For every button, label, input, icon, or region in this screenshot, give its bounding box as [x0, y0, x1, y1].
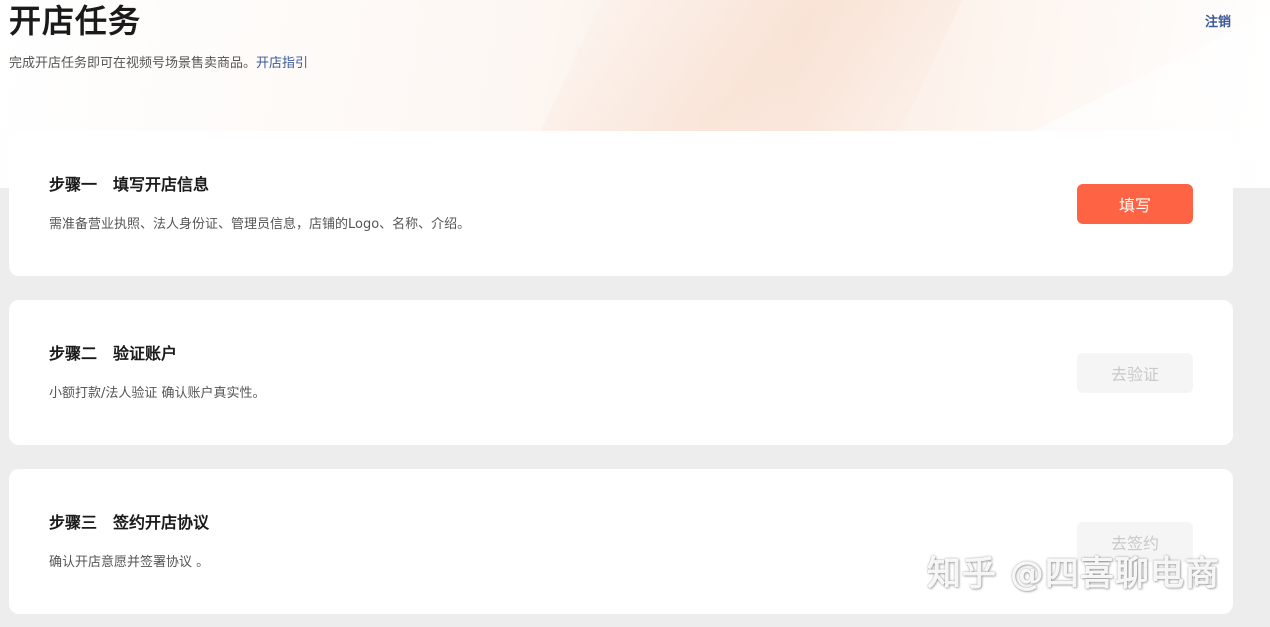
fill-button[interactable]: 填写	[1077, 184, 1193, 224]
page-title: 开店任务	[9, 2, 142, 40]
step-title: 步骤二 验证账户	[49, 343, 177, 365]
step-number-label: 步骤三	[49, 513, 98, 532]
subtitle-text: 完成开店任务即可在视频号场景售卖商品。	[9, 56, 257, 71]
step-description: 确认开店意愿并签署协议 。	[49, 555, 210, 570]
step-name: 签约开店协议	[113, 513, 210, 532]
verify-button: 去验证	[1077, 353, 1193, 393]
store-guide-link[interactable]: 开店指引	[256, 56, 308, 71]
step-number-label: 步骤二	[49, 344, 98, 363]
step-description: 需准备营业执照、法人身份证、管理员信息，店铺的Logo、名称、介绍。	[49, 217, 471, 232]
step-name: 填写开店信息	[113, 175, 210, 194]
step-card-fill-info: 步骤一 填写开店信息 需准备营业执照、法人身份证、管理员信息，店铺的Logo、名称…	[9, 131, 1233, 276]
step-description: 小额打款/法人验证 确认账户真实性。	[49, 386, 266, 401]
page-subtitle: 完成开店任务即可在视频号场景售卖商品。开店指引	[9, 55, 308, 73]
step-number-label: 步骤一	[49, 175, 98, 194]
step-card-verify-account: 步骤二 验证账户 小额打款/法人验证 确认账户真实性。 去验证	[9, 300, 1233, 445]
watermark: 知乎 @四喜聊电商	[927, 554, 1220, 594]
step-name: 验证账户	[113, 344, 178, 363]
logout-link[interactable]: 注销	[1205, 11, 1231, 30]
step-title: 步骤一 填写开店信息	[49, 174, 209, 196]
step-title: 步骤三 签约开店协议	[49, 512, 209, 534]
